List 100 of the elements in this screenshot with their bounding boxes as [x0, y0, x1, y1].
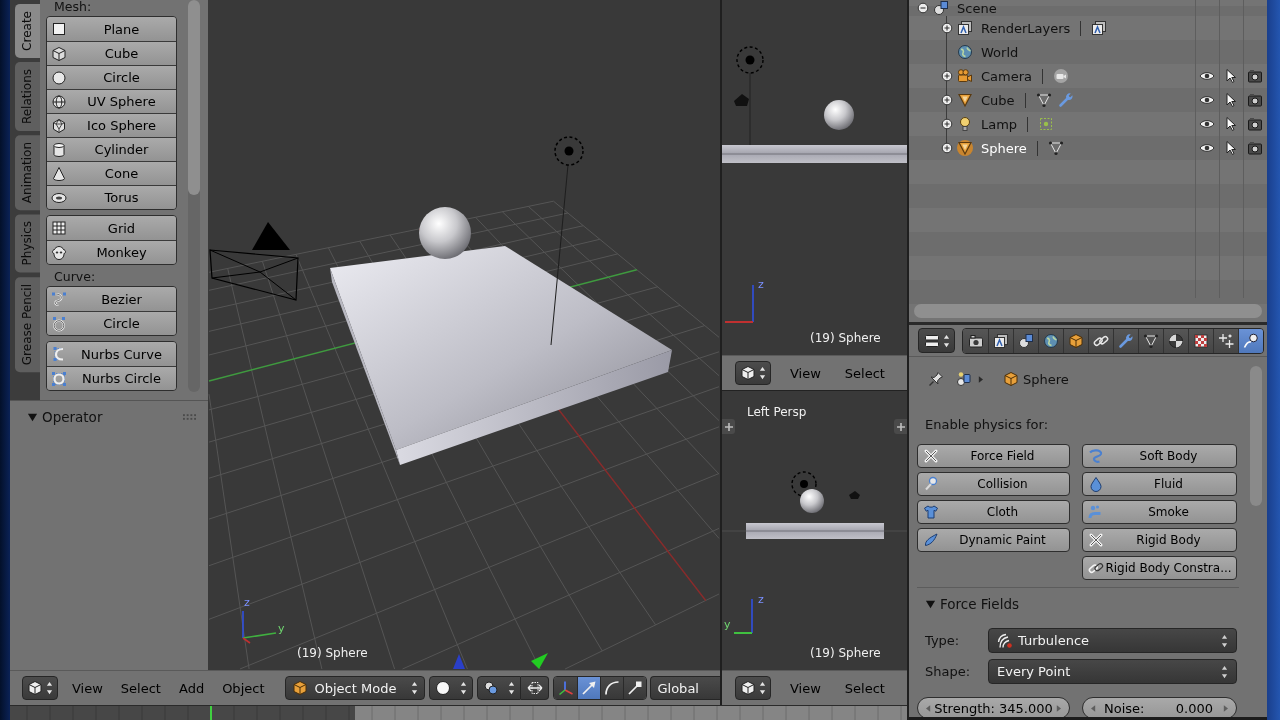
context-tab[interactable]	[1013, 328, 1038, 353]
context-tab[interactable]	[988, 328, 1013, 353]
expand-toggle-icon[interactable]	[941, 142, 953, 154]
pin-icon[interactable]	[928, 371, 944, 387]
menu-item[interactable]: Select	[832, 365, 897, 381]
center-points-toggle[interactable]	[521, 676, 550, 700]
image-stack-icon[interactable]	[1091, 20, 1108, 36]
menu-item[interactable]: Select	[111, 680, 170, 696]
add-object-button[interactable]: Bezier	[47, 287, 176, 311]
cursor-icon[interactable]	[1223, 140, 1239, 156]
noise-field[interactable]: Noise: 0.000	[1082, 697, 1237, 717]
add-object-button[interactable]: Ico Sphere	[47, 113, 176, 137]
tree-item-label[interactable]: World	[981, 44, 1019, 60]
strength-field[interactable]: Strength: 345.000	[917, 697, 1070, 717]
breadcrumb-object[interactable]: Sphere	[1023, 371, 1069, 387]
dotted-square-icon[interactable]	[1038, 116, 1055, 132]
transform-manipulator[interactable]	[453, 653, 548, 669]
camera-icon[interactable]	[1247, 68, 1263, 84]
physics-button[interactable]: Collision	[917, 472, 1070, 496]
region-toggle-button[interactable]	[722, 419, 735, 434]
manipulator-toggle[interactable]	[577, 677, 601, 699]
physics-button[interactable]: Fluid	[1082, 472, 1237, 496]
editor-type-button[interactable]	[735, 676, 771, 700]
add-object-button[interactable]: Cone	[47, 161, 176, 185]
cursor-icon[interactable]	[1223, 116, 1239, 132]
context-tab[interactable]	[1088, 328, 1113, 353]
tree-item-label[interactable]: Scene	[957, 0, 997, 16]
manipulator-toggle[interactable]	[623, 677, 647, 699]
camera-icon[interactable]	[1247, 116, 1263, 132]
expand-toggle-icon[interactable]	[941, 118, 953, 130]
add-object-button[interactable]: Torus	[47, 185, 176, 209]
scrollbar-thumb[interactable]	[1250, 366, 1262, 506]
arrow-right-icon[interactable]	[1056, 704, 1061, 712]
physics-button[interactable]: Dynamic Paint	[917, 528, 1070, 552]
context-tab[interactable]	[1213, 328, 1238, 353]
arrow-left-icon[interactable]	[1091, 704, 1096, 712]
cursor-icon[interactable]	[1223, 68, 1239, 84]
manipulator-toggle[interactable]	[600, 677, 624, 699]
tree-item-label[interactable]: Lamp	[981, 116, 1018, 132]
context-tab[interactable]	[1238, 328, 1263, 353]
context-tab[interactable]	[1063, 328, 1088, 353]
context-tab[interactable]	[1188, 328, 1213, 353]
expand-toggle-icon[interactable]	[941, 22, 953, 34]
panel-title[interactable]: Force Fields	[940, 596, 1019, 612]
add-object-button[interactable]: Plane	[47, 17, 176, 41]
add-object-button[interactable]: Grid	[47, 216, 176, 240]
physics-button[interactable]: Cloth	[917, 500, 1070, 524]
timeline-strip[interactable]	[10, 705, 907, 720]
physics-button[interactable]: Rigid Body	[1082, 528, 1237, 552]
context-tab[interactable]	[1163, 328, 1188, 353]
panel-title[interactable]: Operator	[42, 409, 103, 425]
menu-item[interactable]: View	[63, 680, 112, 696]
region-toggle-button[interactable]	[894, 419, 907, 434]
add-object-button[interactable]: Nurbs Curve	[47, 342, 176, 366]
physics-button[interactable]: Smoke	[1082, 500, 1237, 524]
add-object-button[interactable]: UV Sphere	[47, 89, 176, 113]
type-dropdown[interactable]: Turbulence	[988, 628, 1237, 653]
3d-viewport[interactable]: z (19) Sphere	[722, 0, 907, 355]
disclosure-triangle-icon[interactable]	[27, 411, 38, 423]
3d-viewport[interactable]: z y (19) Sphere	[208, 0, 720, 670]
mode-dropdown[interactable]: Object Mode	[285, 676, 426, 700]
tree-item-label[interactable]: Sphere	[981, 140, 1027, 156]
add-object-button[interactable]: Cube	[47, 41, 176, 65]
scrollbar-thumb[interactable]	[914, 304, 1262, 318]
context-tab[interactable]	[1113, 328, 1138, 353]
expand-toggle-icon[interactable]	[917, 2, 929, 14]
menu-item[interactable]: Object	[213, 680, 274, 696]
physics-button[interactable]: Rigid Body Constra...	[1082, 556, 1237, 580]
physics-button[interactable]: Soft Body	[1082, 444, 1237, 468]
expand-toggle-icon[interactable]	[941, 94, 953, 106]
orientation-dropdown[interactable]: Global	[650, 676, 720, 700]
3d-viewport[interactable]: Left Persp z y (19) Sphere	[722, 390, 907, 670]
menu-item[interactable]: Add	[169, 680, 214, 696]
editor-type-button[interactable]	[735, 361, 771, 385]
scrollbar-thumb[interactable]	[188, 0, 200, 195]
context-tab[interactable]	[963, 328, 988, 353]
menu-item[interactable]: Select	[832, 680, 897, 696]
toolshelf-tab[interactable]: Create	[15, 4, 40, 58]
arrow-left-icon[interactable]	[926, 704, 931, 712]
triangle-vertices-icon[interactable]	[1047, 140, 1064, 156]
add-object-button[interactable]: Cylinder	[47, 137, 176, 161]
context-tab[interactable]	[1038, 328, 1063, 353]
menu-item[interactable]: View	[778, 365, 833, 381]
triangle-vertices-icon[interactable]	[1035, 92, 1052, 108]
tree-item-label[interactable]: Camera	[981, 68, 1033, 84]
tree-item-label[interactable]: RenderLayers	[981, 20, 1071, 36]
context-tab[interactable]	[1138, 328, 1163, 353]
camera-icon[interactable]	[1247, 140, 1263, 156]
pivot-dropdown[interactable]	[477, 676, 522, 700]
tree-item-label[interactable]: Cube	[981, 92, 1015, 108]
disclosure-triangle-icon[interactable]	[925, 598, 936, 610]
menu-item[interactable]: View	[778, 680, 833, 696]
editor-type-button[interactable]	[918, 328, 955, 353]
editor-type-button[interactable]	[22, 676, 58, 700]
physics-button[interactable]: Force Field	[917, 444, 1070, 468]
add-object-button[interactable]: Circle	[47, 311, 176, 335]
grip-icon[interactable]	[183, 414, 196, 420]
shape-dropdown[interactable]: Every Point	[988, 659, 1237, 684]
expand-toggle-icon[interactable]	[941, 70, 953, 82]
shading-dropdown[interactable]	[429, 676, 474, 700]
